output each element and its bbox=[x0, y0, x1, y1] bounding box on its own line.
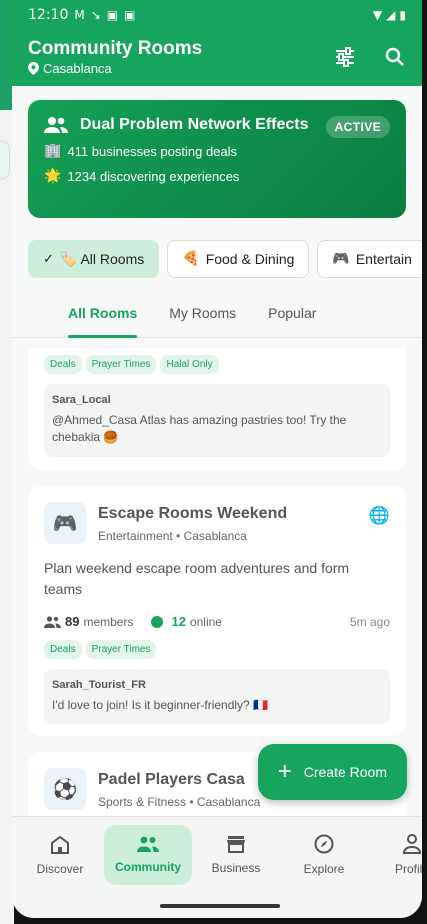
signal-icon: ◢ bbox=[386, 8, 396, 22]
create-room-button[interactable]: + Create Room bbox=[257, 744, 407, 800]
plus-icon: + bbox=[277, 758, 292, 785]
members-label: members bbox=[83, 614, 134, 629]
search-icon[interactable] bbox=[382, 44, 408, 70]
comment-text: I'd love to join! Is it beginner-friendl… bbox=[52, 698, 269, 712]
tab-popular[interactable]: Popular bbox=[268, 288, 316, 338]
people-icon bbox=[137, 836, 159, 852]
room-description: Plan weekend escape room adventures and … bbox=[44, 560, 350, 597]
app-bar: Community Rooms Casablanca bbox=[12, 30, 422, 86]
last-active: 5m ago bbox=[349, 614, 390, 629]
status-time: 12:10 bbox=[28, 7, 69, 23]
status-badge: ACTIVE bbox=[325, 116, 390, 138]
globe-icon: 🌐 bbox=[368, 506, 390, 525]
chip-entertainment[interactable]: 🎮 Entertain bbox=[317, 240, 422, 278]
online-dot-icon bbox=[151, 615, 164, 628]
game-controller-icon: 🎮 bbox=[44, 502, 86, 544]
tab-all-rooms[interactable]: All Rooms bbox=[68, 288, 138, 338]
online-label: online bbox=[189, 614, 222, 629]
tab-my-rooms[interactable]: My Rooms bbox=[169, 288, 236, 338]
device: 12:10 M ↘ ▣ ▣ ▼ ◢ ▮ Community Rooms Casa… bbox=[0, 0, 427, 924]
battery-icon: ▮ bbox=[399, 8, 406, 22]
tag: Deals bbox=[44, 355, 82, 374]
compass-icon bbox=[314, 834, 334, 854]
tag: Prayer Times bbox=[85, 355, 157, 374]
latest-comment: Sarah_Tourist_FR I'd love to join! Is it… bbox=[44, 669, 390, 725]
nav-label: Business bbox=[211, 861, 261, 875]
check-icon: ✓ bbox=[43, 251, 54, 266]
home-icon bbox=[51, 835, 69, 854]
nav-label: Explore bbox=[303, 862, 345, 876]
tag: Halal Only bbox=[160, 355, 219, 374]
room-meta: 89 members 12 online 5m ago bbox=[44, 614, 390, 629]
star-icon: 🌟 bbox=[44, 168, 62, 184]
room-name: Padel Players Casa bbox=[98, 771, 245, 788]
gmail-icon: M bbox=[74, 8, 85, 22]
room-name: Escape Rooms Weekend bbox=[98, 505, 288, 522]
discovering-stat: 1234 discovering experiences bbox=[67, 168, 240, 184]
pizza-icon: 🍕 bbox=[182, 251, 200, 267]
phone-screen: 12:10 M ↘ ▣ ▣ ▼ ◢ ▮ Community Rooms Casa… bbox=[12, 0, 422, 918]
location-text: Casablanca bbox=[43, 61, 112, 76]
soccer-ball-icon: ⚽ bbox=[44, 768, 86, 810]
game-controller-icon: 🎮 bbox=[332, 251, 350, 267]
room-card[interactable]: Deals Prayer Times Halal Only Sara_Local @… bbox=[28, 348, 406, 470]
bottom-navigation: Discover Community Business Explore Prof… bbox=[12, 816, 422, 918]
businesses-stat: 411 businesses posting deals bbox=[67, 143, 238, 159]
category-chips: ✓ 🏷️ All Rooms 🍕 Food & Dining 🎮 Enterta… bbox=[28, 240, 422, 278]
nav-profile[interactable]: Profile bbox=[368, 825, 422, 918]
room-card[interactable]: 🎮 Escape Rooms Weekend Entertainment • C… bbox=[28, 486, 406, 736]
calendar-icon: ▣ bbox=[106, 8, 119, 22]
comment-text: @Ahmed_Casa Atlas has amazing pastries t… bbox=[52, 413, 347, 445]
tag: Prayer Times bbox=[85, 640, 157, 659]
latest-comment: Sara_Local @Ahmed_Casa Atlas has amazing… bbox=[44, 384, 390, 457]
wifi-icon: ▼ bbox=[372, 8, 383, 22]
hero-title: Dual Problem Network Effects bbox=[80, 116, 309, 133]
members-count: 89 bbox=[65, 614, 80, 629]
network-effects-card[interactable]: Dual Problem Network Effects ACTIVE 🏢 41… bbox=[28, 100, 406, 218]
person-icon bbox=[403, 834, 421, 854]
home-indicator[interactable] bbox=[160, 904, 280, 908]
create-room-label: Create Room bbox=[303, 764, 387, 780]
location-pin-icon bbox=[28, 62, 39, 75]
building-icon: 🏢 bbox=[44, 143, 62, 159]
nav-label: Discover bbox=[36, 861, 84, 876]
nav-label: Profile bbox=[394, 862, 422, 876]
room-subtitle: Sports & Fitness • Casablanca bbox=[98, 795, 261, 809]
online-count: 12 bbox=[171, 614, 186, 629]
store-icon bbox=[227, 836, 245, 853]
missed-call-icon: ↘ bbox=[90, 8, 101, 22]
status-bar: 12:10 M ↘ ▣ ▣ ▼ ◢ ▮ bbox=[12, 0, 422, 30]
members-icon bbox=[44, 615, 61, 628]
tag: Deals bbox=[44, 640, 82, 659]
room-subtitle: Entertainment • Casablanca bbox=[98, 529, 247, 543]
comment-author: Sara_Local bbox=[52, 394, 111, 406]
chip-label: Entertain bbox=[355, 251, 412, 267]
chip-label: Food & Dining bbox=[205, 251, 295, 267]
comment-author: Sarah_Tourist_FR bbox=[52, 679, 146, 691]
calendar-icon-2: ▣ bbox=[124, 8, 136, 22]
filter-icon[interactable] bbox=[332, 44, 358, 70]
people-icon bbox=[44, 117, 68, 133]
chip-all-rooms[interactable]: ✓ 🏷️ All Rooms bbox=[28, 240, 160, 278]
nav-explore[interactable]: Explore bbox=[280, 825, 368, 918]
chip-food-dining[interactable]: 🍕 Food & Dining bbox=[167, 240, 310, 278]
chip-label: 🏷️ All Rooms bbox=[59, 250, 145, 267]
nav-label: Community bbox=[115, 860, 181, 874]
room-tabs: All Rooms My Rooms Popular bbox=[12, 288, 422, 338]
nav-discover[interactable]: Discover bbox=[16, 825, 104, 918]
